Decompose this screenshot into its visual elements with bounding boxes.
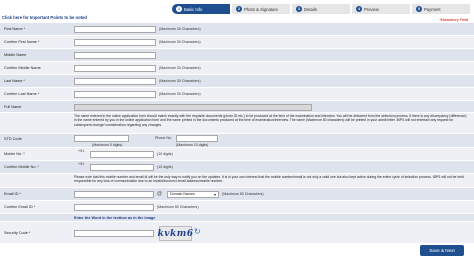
step-preview[interactable]: 4 Preview: [352, 4, 412, 14]
mobile-no-hint: (10 digits): [157, 152, 173, 156]
phone-no-input[interactable]: [176, 135, 218, 142]
last-name-hint: (Maximum 30 Characters): [159, 79, 201, 83]
confirm-last-name-label: Confirm Last Name *: [4, 92, 40, 96]
row-captcha-instruction: Enter the Word in the textbox as in the …: [0, 214, 474, 222]
step-label: Photo & Signature: [244, 6, 278, 12]
confirm-last-name-input[interactable]: [74, 91, 156, 98]
row-first-name: First Name * (Maximum 30 Characters): [0, 23, 474, 36]
step-label: Preview: [364, 6, 379, 12]
confirm-last-name-hint: (Maximum 30 Characters): [159, 92, 201, 96]
security-code-input[interactable]: [74, 230, 154, 237]
email-id-hint: (Maximum 50 Characters): [222, 192, 264, 196]
std-code-label: STD Code: [4, 137, 22, 141]
step-label: Payment: [424, 6, 441, 12]
row-confirm-last-name: Confirm Last Name * (Maximum 30 Characte…: [0, 88, 474, 101]
basic-info-form: First Name * (Maximum 30 Characters) Con…: [0, 23, 474, 244]
step-label: Basic Info: [184, 6, 203, 12]
row-name-note: The name entered in the online applicati…: [0, 113, 474, 134]
row-confirm-mobile: Confirm Mobile No. * +91 (10 digits): [0, 161, 474, 174]
email-id-input[interactable]: [74, 191, 154, 198]
mandatory-note: *Mandatory Field: [439, 18, 468, 22]
mobile-no-label: Mobile No. *: [4, 152, 25, 156]
important-points-link[interactable]: Click here for Important Points to be no…: [2, 15, 87, 20]
row-middle-name: Middle Name: [0, 49, 474, 62]
full-name-label: Full Name: [4, 104, 22, 109]
row-std-phone: STD Code (Maximum 5 digits) Phone No. (M…: [0, 134, 474, 148]
middle-name-label: Middle Name: [4, 53, 27, 57]
first-name-input[interactable]: [74, 26, 156, 33]
email-domain-select[interactable]: Domain Names: [167, 191, 219, 198]
row-confirm-first-name: Confirm First Name * (Maximum 30 Charact…: [0, 36, 474, 49]
first-name-label: First Name *: [4, 27, 26, 31]
at-sign-icon: @: [157, 191, 163, 197]
confirm-middle-name-hint: (Maximum 30 Characters): [159, 66, 201, 70]
save-next-button[interactable]: Save & Next: [420, 245, 464, 256]
step-number: 2: [236, 6, 242, 12]
phone-no-hint: (Maximum 10 digits): [176, 143, 209, 147]
full-name-field: [74, 103, 312, 111]
row-email: Email ID * @ Domain Names (Maximum 50 Ch…: [0, 188, 474, 201]
confirm-first-name-label: Confirm First Name *: [4, 40, 40, 44]
step-details[interactable]: 3 Details: [292, 4, 352, 14]
name-note-text: The name entered in the online applicati…: [74, 114, 467, 127]
mobile-no-input[interactable]: [90, 151, 154, 158]
confirm-first-name-input[interactable]: [74, 39, 156, 46]
email-note-text: Please note that this mobile number and …: [74, 175, 464, 184]
row-security-code: Security Code * kvkm6 ↻: [0, 222, 474, 244]
middle-name-input[interactable]: [74, 52, 156, 59]
confirm-first-name-hint: (Maximum 30 Characters): [159, 40, 201, 44]
captcha-image: kvkm6: [158, 226, 193, 241]
confirm-middle-name-label: Confirm Middle Name: [4, 66, 41, 70]
confirm-mobile-no-input[interactable]: [90, 164, 154, 171]
step-photo-signature[interactable]: 2 Photo & Signature: [232, 4, 292, 14]
row-mobile: Mobile No. * +91 (10 digits): [0, 148, 474, 161]
confirm-mobile-prefix: +91: [78, 162, 85, 166]
step-number: 5: [416, 6, 422, 12]
confirm-mobile-no-hint: (10 digits): [157, 165, 173, 169]
progress-stepper: 1 Basic Info 2 Photo & Signature 3 Detai…: [172, 4, 472, 14]
step-payment[interactable]: 5 Payment: [412, 4, 472, 14]
row-email-note: Please note that this mobile number and …: [0, 174, 474, 188]
step-basic-info[interactable]: 1 Basic Info: [172, 4, 232, 14]
phone-no-label: Phone No.: [155, 136, 172, 140]
security-code-label: Security Code *: [4, 230, 31, 235]
mobile-prefix: +91: [78, 149, 85, 153]
std-code-hint: (Maximum 5 digits): [92, 143, 123, 147]
refresh-captcha-icon[interactable]: ↻: [194, 228, 202, 236]
last-name-label: Last Name *: [4, 79, 25, 83]
captcha-instruction: Enter the Word in the textbox as in the …: [74, 215, 156, 220]
std-code-input[interactable]: [74, 135, 129, 142]
row-confirm-middle-name: Confirm Middle Name (Maximum 30 Characte…: [0, 62, 474, 75]
step-label: Details: [304, 6, 317, 12]
confirm-email-id-label: Confirm Email ID *: [4, 205, 36, 209]
confirm-email-id-input[interactable]: [74, 204, 154, 211]
confirm-mobile-no-label: Confirm Mobile No. *: [4, 165, 40, 169]
row-confirm-email: Confirm Email ID * (Maximum 50 Character…: [0, 201, 474, 214]
last-name-input[interactable]: [74, 78, 156, 85]
first-name-hint: (Maximum 30 Characters): [159, 27, 201, 31]
row-last-name: Last Name * (Maximum 30 Characters): [0, 75, 474, 88]
step-number: 4: [356, 6, 362, 12]
confirm-middle-name-input[interactable]: [74, 65, 156, 72]
confirm-email-id-hint: (Maximum 50 Characters): [157, 205, 199, 209]
row-full-name: Full Name: [0, 101, 474, 113]
step-number: 3: [296, 6, 302, 12]
email-id-label: Email ID *: [4, 192, 21, 196]
step-number: 1: [176, 6, 182, 12]
